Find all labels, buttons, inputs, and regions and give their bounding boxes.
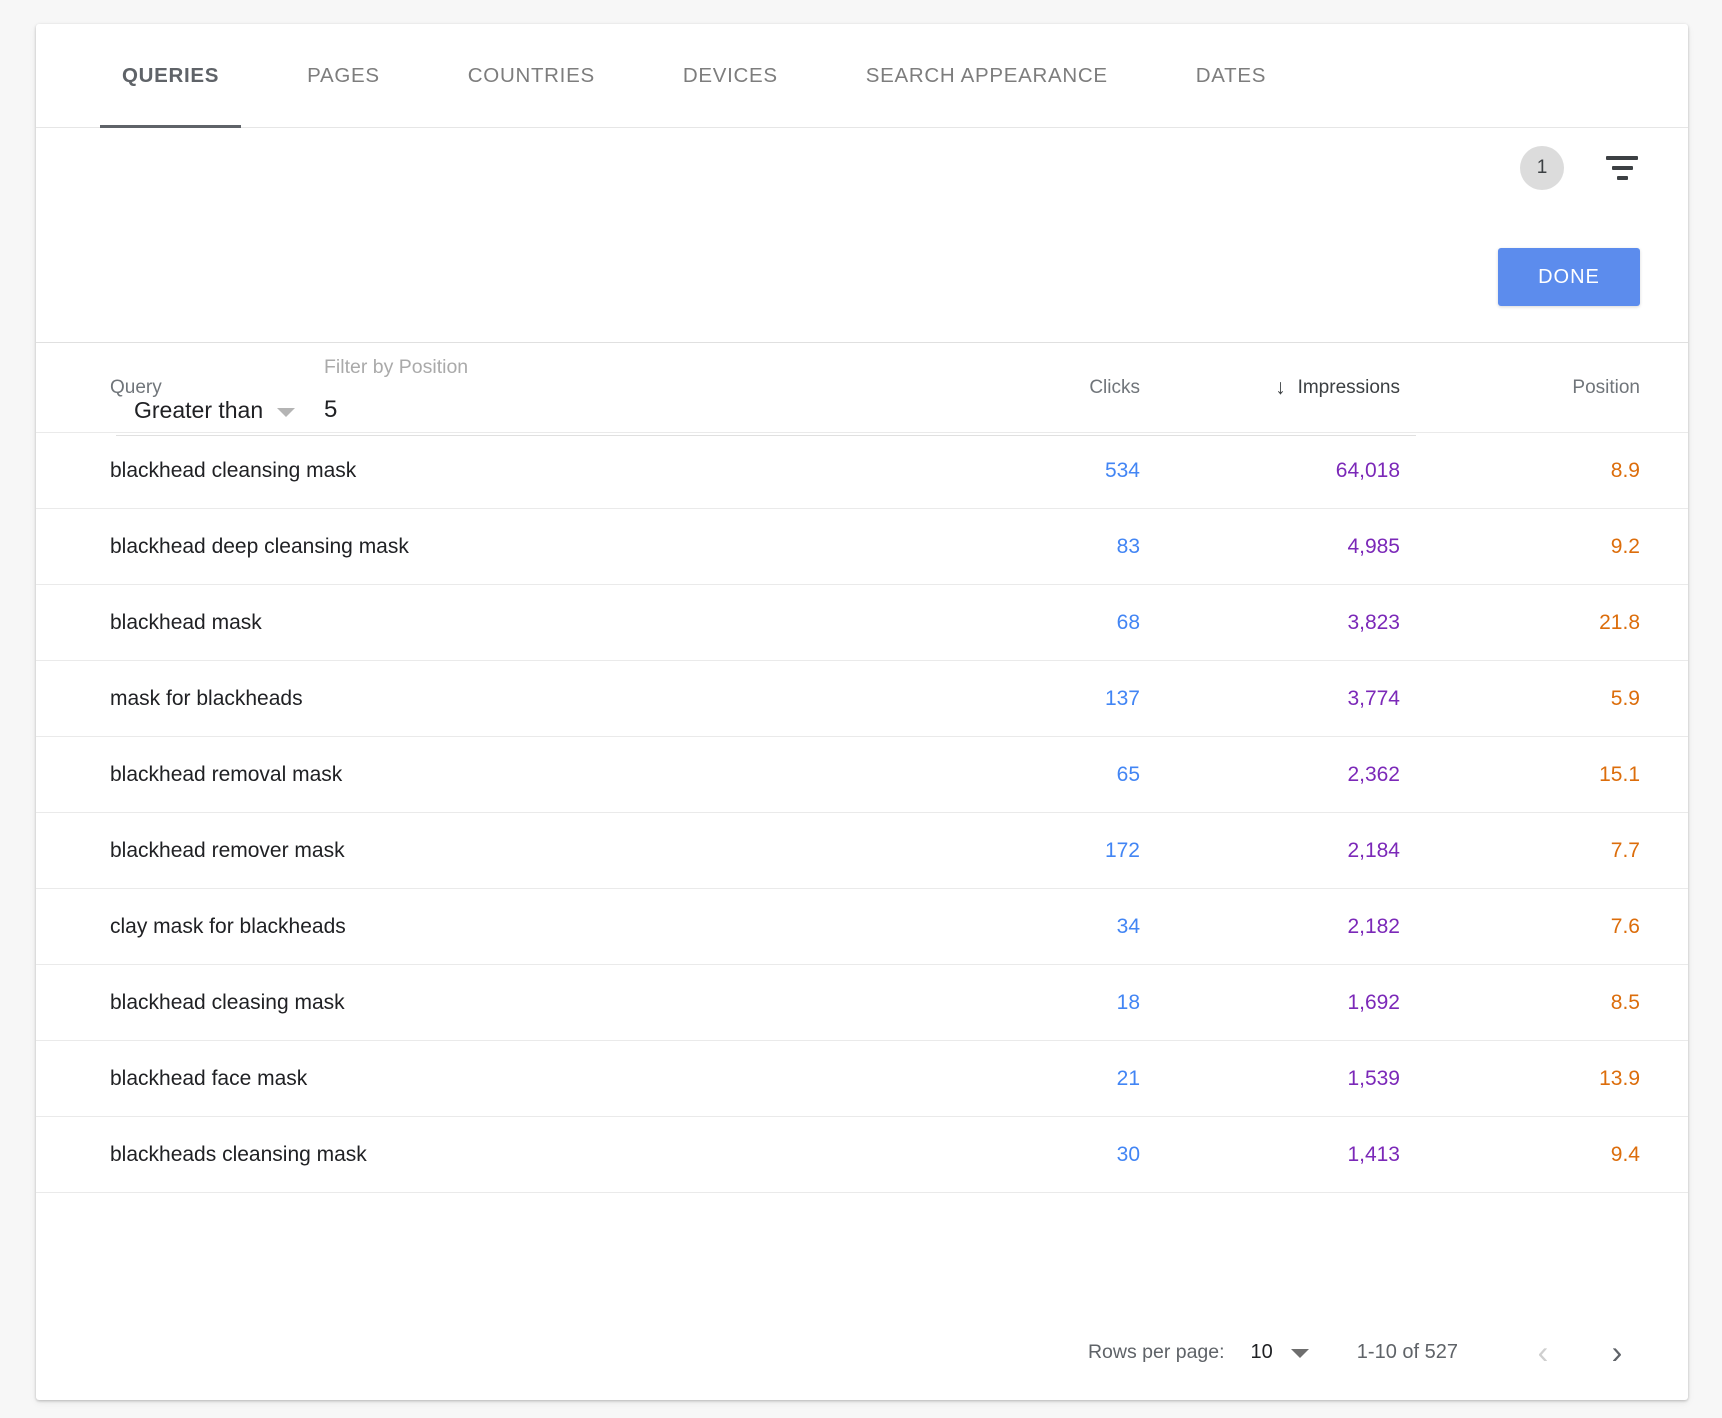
cell-position: 7.7 [1400, 839, 1640, 863]
filter-icon-bar-1 [1606, 156, 1638, 160]
cell-impressions: 1,692 [1140, 991, 1400, 1015]
table-row[interactable]: blackhead remover mask 172 2,184 7.7 [36, 813, 1688, 889]
tab-queries[interactable]: QUERIES [100, 24, 241, 128]
filter-panel: 1 Filter by Position Greater than DONE [36, 128, 1688, 343]
rows-per-page-value: 10 [1251, 1341, 1273, 1364]
cell-query: blackhead face mask [110, 1067, 910, 1091]
performance-card: QUERIES PAGES COUNTRIES DEVICES SEARCH A… [36, 24, 1688, 1400]
tab-devices[interactable]: DEVICES [661, 24, 800, 128]
cell-impressions: 4,985 [1140, 535, 1400, 559]
rows-per-page-select[interactable]: 10 [1251, 1341, 1309, 1364]
table-row[interactable]: blackhead cleansing mask 534 64,018 8.9 [36, 433, 1688, 509]
cell-impressions: 2,362 [1140, 763, 1400, 787]
filter-operator-select[interactable]: Greater than [134, 397, 295, 424]
filter-toolbar: 1 [1520, 146, 1642, 190]
tab-devices-label: DEVICES [683, 64, 778, 88]
cell-position: 21.8 [1400, 611, 1640, 635]
table-row[interactable]: blackhead deep cleansing mask 83 4,985 9… [36, 509, 1688, 585]
tab-pages-label: PAGES [307, 64, 380, 88]
tab-pages[interactable]: PAGES [285, 24, 402, 128]
filter-icon-bar-2 [1612, 166, 1633, 170]
cell-impressions: 3,823 [1140, 611, 1400, 635]
cell-clicks: 68 [910, 611, 1140, 635]
table-pagination: Rows per page: 10 1-10 of 527 ‹ › [36, 1304, 1688, 1400]
table-row[interactable]: blackhead mask 68 3,823 21.8 [36, 585, 1688, 661]
cell-impressions: 3,774 [1140, 687, 1400, 711]
tab-search-appearance-label: SEARCH APPEARANCE [866, 64, 1108, 88]
tab-dates-label: DATES [1196, 64, 1266, 88]
cell-query: blackhead remover mask [110, 839, 910, 863]
cell-impressions: 2,182 [1140, 915, 1400, 939]
filter-operator-label: Greater than [134, 397, 263, 424]
cell-position: 15.1 [1400, 763, 1640, 787]
tab-countries-label: COUNTRIES [468, 64, 595, 88]
chevron-down-icon [1291, 1349, 1309, 1358]
cell-position: 9.4 [1400, 1143, 1640, 1167]
cell-position: 8.9 [1400, 459, 1640, 483]
filter-field-underline [116, 435, 1416, 436]
cell-impressions: 64,018 [1140, 459, 1400, 483]
filter-field-label: Filter by Position [324, 356, 468, 379]
tab-dates[interactable]: DATES [1174, 24, 1288, 128]
done-button[interactable]: DONE [1498, 248, 1640, 306]
tab-search-appearance[interactable]: SEARCH APPEARANCE [844, 24, 1130, 128]
cell-query: blackhead cleansing mask [110, 459, 910, 483]
cell-clicks: 83 [910, 535, 1140, 559]
cell-clicks: 137 [910, 687, 1140, 711]
cell-clicks: 34 [910, 915, 1140, 939]
tab-countries[interactable]: COUNTRIES [446, 24, 617, 128]
filter-value-input[interactable] [324, 396, 524, 424]
cell-impressions: 1,413 [1140, 1143, 1400, 1167]
rows-per-page-label: Rows per page: [1088, 1341, 1225, 1364]
tab-bar: QUERIES PAGES COUNTRIES DEVICES SEARCH A… [36, 24, 1688, 128]
cell-clicks: 21 [910, 1067, 1140, 1091]
pagination-range-label: 1-10 of 527 [1357, 1341, 1458, 1364]
table-row[interactable]: blackhead face mask 21 1,539 13.9 [36, 1041, 1688, 1117]
cell-position: 9.2 [1400, 535, 1640, 559]
column-header-position[interactable]: Position [1400, 377, 1640, 399]
cell-clicks: 65 [910, 763, 1140, 787]
active-filter-count-badge[interactable]: 1 [1520, 146, 1564, 190]
cell-impressions: 1,539 [1140, 1067, 1400, 1091]
table-row[interactable]: mask for blackheads 137 3,774 5.9 [36, 661, 1688, 737]
column-header-clicks[interactable]: Clicks [910, 377, 1140, 399]
chevron-left-icon[interactable]: ‹ [1516, 1325, 1570, 1379]
table-row[interactable]: blackhead cleasing mask 18 1,692 8.5 [36, 965, 1688, 1041]
column-header-impressions[interactable]: ↓ Impressions [1140, 377, 1400, 399]
cell-query: clay mask for blackheads [110, 915, 910, 939]
cell-position: 5.9 [1400, 687, 1640, 711]
cell-position: 13.9 [1400, 1067, 1640, 1091]
table-row[interactable]: clay mask for blackheads 34 2,182 7.6 [36, 889, 1688, 965]
column-header-impressions-label: Impressions [1298, 377, 1400, 399]
chevron-down-icon [277, 408, 295, 417]
cell-query: blackhead cleasing mask [110, 991, 910, 1015]
tab-queries-label: QUERIES [122, 64, 219, 88]
table-row[interactable]: blackhead removal mask 65 2,362 15.1 [36, 737, 1688, 813]
filter-icon-bar-3 [1617, 176, 1628, 180]
cell-query: blackheads cleansing mask [110, 1143, 910, 1167]
table-row[interactable]: blackheads cleansing mask 30 1,413 9.4 [36, 1117, 1688, 1193]
cell-position: 7.6 [1400, 915, 1640, 939]
cell-query: blackhead mask [110, 611, 910, 635]
chevron-right-icon[interactable]: › [1590, 1325, 1644, 1379]
sort-descending-icon: ↓ [1275, 377, 1286, 398]
cell-clicks: 172 [910, 839, 1140, 863]
active-filter-count-label: 1 [1537, 157, 1548, 179]
cell-query: mask for blackheads [110, 687, 910, 711]
cell-query: blackhead deep cleansing mask [110, 535, 910, 559]
cell-impressions: 2,184 [1140, 839, 1400, 863]
cell-position: 8.5 [1400, 991, 1640, 1015]
cell-query: blackhead removal mask [110, 763, 910, 787]
performance-table: Query Clicks ↓ Impressions Position blac… [36, 343, 1688, 1304]
cell-clicks: 30 [910, 1143, 1140, 1167]
filter-list-icon[interactable] [1602, 148, 1642, 188]
cell-clicks: 534 [910, 459, 1140, 483]
cell-clicks: 18 [910, 991, 1140, 1015]
